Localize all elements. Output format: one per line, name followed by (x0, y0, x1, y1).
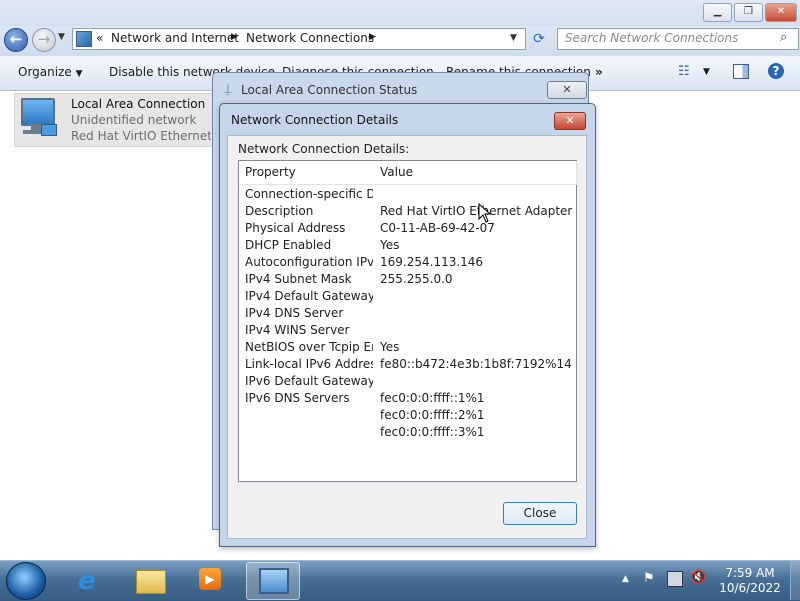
back-button[interactable]: ← (4, 28, 28, 52)
close-button[interactable]: Close (503, 502, 577, 525)
property-cell: IPv6 DNS Servers (245, 391, 350, 405)
value-cell: Yes (380, 238, 400, 252)
network-adapter-icon (19, 98, 57, 140)
view-options-icon[interactable]: ☷ (678, 64, 690, 79)
status-dialog-title: Local Area Connection Status (241, 83, 418, 97)
table-row[interactable]: IPv4 Default Gateway (245, 288, 575, 305)
property-cell: IPv4 WINS Server (245, 323, 350, 337)
property-cell: IPv4 Subnet Mask (245, 272, 352, 286)
address-bar[interactable]: « Network and Internet ▶ Network Connect… (72, 28, 526, 50)
breadcrumb-separator-icon[interactable]: ▶ (369, 32, 376, 42)
value-cell: fec0:0:0:ffff::2%1 (380, 408, 485, 422)
value-cell: 255.255.0.0 (380, 272, 453, 286)
table-row[interactable]: Physical Address C0-11-AB-69-42-07 (245, 220, 575, 237)
window-close-button[interactable]: ✕ (765, 3, 797, 22)
table-row[interactable]: fec0:0:0:ffff::2%1 (245, 407, 575, 424)
details-group-label: Network Connection Details: (238, 142, 410, 156)
more-commands-button[interactable]: » (595, 65, 603, 79)
mouse-cursor-icon (478, 203, 492, 223)
value-cell: Red Hat VirtIO Ethernet Adapter (380, 204, 573, 218)
search-icon[interactable]: ⌕ (780, 30, 787, 45)
preview-pane-icon[interactable] (733, 64, 749, 79)
breadcrumb-separator-icon[interactable]: ▶ (231, 32, 238, 42)
help-icon[interactable]: ? (768, 63, 784, 79)
breadcrumb-network-connections[interactable]: Network Connections (246, 31, 374, 45)
property-cell: Connection-specific DN... (245, 187, 373, 201)
show-desktop-button[interactable] (790, 561, 800, 600)
refresh-icon[interactable]: ⟳ (529, 29, 549, 49)
property-cell: IPv4 DNS Server (245, 306, 344, 320)
table-row[interactable]: IPv4 WINS Server (245, 322, 575, 339)
table-row[interactable]: Description Red Hat VirtIO Ethernet Adapt… (245, 203, 575, 220)
file-explorer-icon[interactable] (124, 562, 176, 598)
property-cell: Link-local IPv6 Address (245, 357, 373, 371)
table-row[interactable]: IPv4 Subnet Mask 255.255.0.0 (245, 271, 575, 288)
details-close-x-button[interactable]: ✕ (554, 112, 586, 130)
forward-button[interactable]: → (32, 28, 56, 52)
network-plug-icon: ⍊ (224, 82, 232, 97)
property-cell: DHCP Enabled (245, 238, 332, 252)
column-header-value[interactable]: Value (374, 161, 577, 185)
connection-status: Unidentified network (71, 113, 197, 127)
clock-time: 7:59 AM (725, 566, 775, 580)
property-cell: Autoconfiguration IPv4 ... (245, 255, 373, 269)
value-cell: 169.254.113.146 (380, 255, 484, 269)
search-placeholder: Search Network Connections (565, 31, 739, 45)
property-cell: IPv4 Default Gateway (245, 289, 373, 303)
value-cell: Yes (380, 340, 400, 354)
breadcrumb-network-and-internet[interactable]: Network and Internet (111, 31, 239, 45)
column-header-property[interactable]: Property (239, 161, 380, 185)
show-hidden-icons[interactable]: ▲ (622, 574, 629, 584)
recent-pages-icon[interactable]: ▼ (58, 32, 65, 42)
chevron-down-icon: ▼ (75, 69, 83, 79)
media-player-icon[interactable]: ▶ (184, 562, 236, 598)
start-orb-icon[interactable] (6, 562, 46, 600)
organize-label: Organize (18, 65, 72, 79)
network-tray-icon[interactable] (667, 571, 683, 587)
table-row[interactable]: IPv6 Default Gateway (245, 373, 575, 390)
property-cell: Description (245, 204, 314, 218)
table-row[interactable]: Autoconfiguration IPv4 ... 169.254.113.14… (245, 254, 575, 271)
table-row[interactable]: Link-local IPv6 Address fe80::b472:4e3b:1… (245, 356, 575, 373)
clock[interactable]: 7:59 AM 10/6/2022 (718, 566, 782, 596)
view-dropdown-icon[interactable]: ▼ (703, 67, 710, 77)
explorer-titlebar (0, 0, 800, 26)
search-input[interactable]: Search Network Connections ⌕ (557, 28, 799, 50)
internet-explorer-icon[interactable]: e (64, 562, 116, 598)
table-row[interactable]: DHCP Enabled Yes (245, 237, 575, 254)
volume-muted-icon[interactable]: 🔇 (690, 570, 706, 585)
network-folder-icon (76, 31, 92, 47)
status-close-button[interactable]: ✕ (547, 81, 587, 99)
clock-date: 10/6/2022 (719, 581, 781, 595)
action-center-flag-icon[interactable]: ⚑ (643, 571, 655, 586)
details-dialog-title: Network Connection Details (231, 113, 399, 127)
organize-button[interactable]: Organize ▼ (18, 65, 83, 79)
property-cell: Physical Address (245, 221, 346, 235)
table-row[interactable]: IPv6 DNS Servers fec0:0:0:ffff::1%1 (245, 390, 575, 407)
network-connections-icon[interactable] (246, 562, 300, 600)
connection-adapter: Red Hat VirtIO Ethernet Adapter (71, 129, 211, 143)
property-cell: IPv6 Default Gateway (245, 374, 373, 388)
address-dropdown-icon[interactable]: ▼ (510, 33, 517, 43)
minimize-button[interactable]: ▁ (703, 3, 732, 22)
table-row[interactable]: fec0:0:0:ffff::3%1 (245, 424, 575, 441)
maximize-button[interactable]: ❐ (734, 3, 763, 22)
value-cell: fe80::b472:4e3b:1b8f:7192%14 (380, 357, 572, 371)
connection-name: Local Area Connection (71, 97, 206, 111)
value-cell: fec0:0:0:ffff::3%1 (380, 425, 485, 439)
value-cell: fec0:0:0:ffff::1%1 (380, 391, 485, 405)
table-row[interactable]: NetBIOS over Tcpip En... Yes (245, 339, 575, 356)
table-row[interactable]: IPv4 DNS Server (245, 305, 575, 322)
breadcrumb-overflow-icon[interactable]: « (96, 31, 103, 45)
table-row[interactable]: Connection-specific DN... (245, 186, 575, 203)
property-cell: NetBIOS over Tcpip En... (245, 340, 373, 354)
